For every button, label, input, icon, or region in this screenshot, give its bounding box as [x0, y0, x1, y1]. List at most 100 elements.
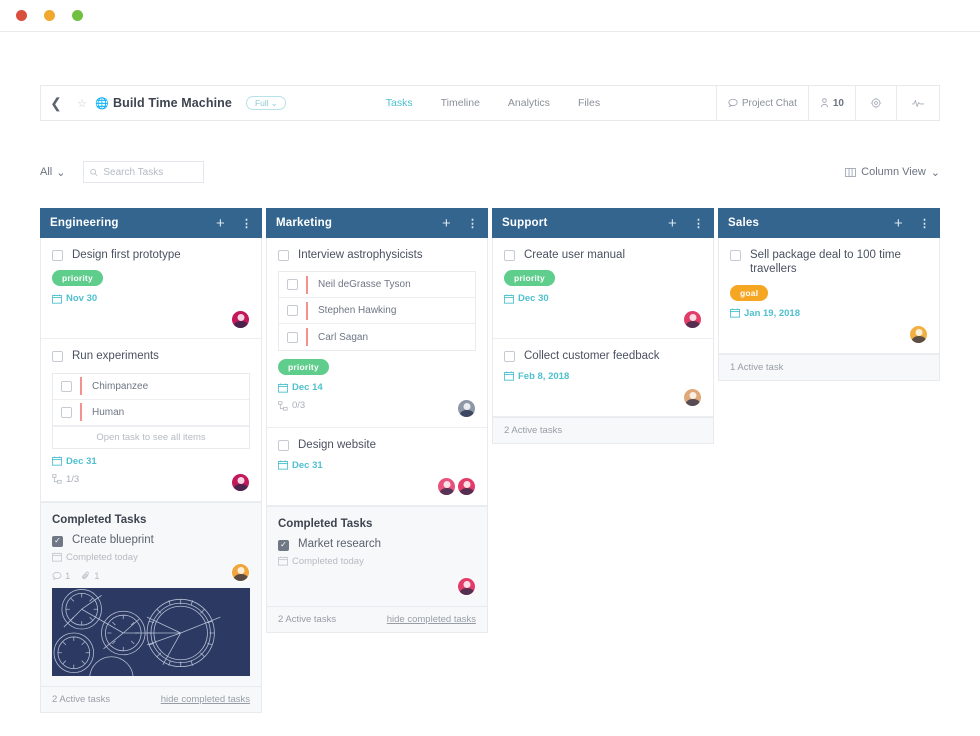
window-close-button[interactable] [16, 10, 27, 21]
comment-icon [52, 571, 62, 581]
paperclip-icon [81, 571, 91, 581]
due-date-label: Jan 19, 2018 [744, 308, 800, 319]
due-date-label: Nov 30 [66, 293, 97, 304]
hide-completed-tasks-link[interactable]: hide completed tasks [387, 614, 476, 625]
column-view-dropdown[interactable]: Column View ⌄ [845, 166, 940, 179]
due-date-label: Dec 14 [292, 382, 323, 393]
subtask-checkbox[interactable] [287, 279, 298, 290]
subtask-checkbox[interactable] [61, 407, 72, 418]
completed-task-checkbox[interactable] [278, 540, 289, 551]
completed-task-row[interactable]: Market research [278, 538, 476, 551]
avatar[interactable] [457, 399, 476, 418]
subtask-label: Neil deGrasse Tyson [318, 279, 411, 290]
assignee-avatars [278, 577, 476, 596]
column-menu-button[interactable]: ⋮ [693, 217, 704, 230]
due-date-label: Dec 31 [292, 460, 323, 471]
task-checkbox[interactable] [504, 351, 515, 362]
subtask-checkbox[interactable] [287, 332, 298, 343]
column-body: Interview astrophysicists Neil deGrasse … [266, 238, 488, 633]
calendar-icon [278, 556, 288, 566]
add-task-button[interactable]: + [442, 216, 451, 231]
add-task-button[interactable]: + [894, 216, 903, 231]
subtask-more-link[interactable]: Open task to see all items [53, 426, 249, 448]
search-box[interactable] [83, 161, 204, 183]
assignee-avatars [504, 388, 702, 407]
avatar[interactable] [683, 388, 702, 407]
subtask-checkbox[interactable] [287, 305, 298, 316]
avatar[interactable] [457, 577, 476, 596]
column-menu-button[interactable]: ⋮ [919, 217, 930, 230]
tab-analytics[interactable]: Analytics [508, 97, 550, 109]
project-chat-button[interactable]: Project Chat [716, 86, 808, 120]
completed-task-subtitle: Completed today [278, 556, 476, 567]
chevron-down-icon: ⌄ [56, 166, 65, 179]
subtask-row[interactable]: Chimpanzee [53, 374, 249, 400]
avatar[interactable] [231, 563, 250, 582]
task-card[interactable]: Create user manual priority Dec 30 [493, 238, 713, 339]
task-card[interactable]: Collect customer feedback Feb 8, 2018 [493, 339, 713, 416]
task-title-row: Design first prototype [52, 248, 250, 262]
tab-timeline[interactable]: Timeline [441, 97, 480, 109]
tab-files[interactable]: Files [578, 97, 600, 109]
avatar[interactable] [231, 310, 250, 329]
completed-date-label: Completed today [66, 552, 138, 563]
tab-tasks[interactable]: Tasks [386, 97, 413, 109]
subtask-row[interactable]: Neil deGrasse Tyson [279, 272, 475, 298]
task-checkbox[interactable] [278, 440, 289, 451]
completed-task-checkbox[interactable] [52, 536, 63, 547]
window-maximize-button[interactable] [72, 10, 83, 21]
project-toolbar: ❮ ☆ 🌐 Build Time Machine Full ⌄ Tasks Ti… [40, 85, 940, 121]
task-card[interactable]: Interview astrophysicists Neil deGrasse … [267, 238, 487, 428]
task-card[interactable]: Run experiments Chimpanzee Hu [41, 339, 261, 501]
task-card[interactable]: Design website Dec 31 [267, 428, 487, 505]
avatar[interactable] [437, 477, 456, 496]
search-input[interactable] [103, 167, 197, 178]
column-menu-button[interactable]: ⋮ [241, 217, 252, 230]
active-task-count: 2 Active tasks [52, 694, 110, 705]
task-card[interactable]: Sell package deal to 100 time travellers… [719, 238, 939, 354]
task-due-date: Jan 19, 2018 [730, 308, 928, 319]
column-menu-button[interactable]: ⋮ [467, 217, 478, 230]
window-minimize-button[interactable] [44, 10, 55, 21]
avatar[interactable] [683, 310, 702, 329]
view-mode-pill[interactable]: Full ⌄ [246, 96, 286, 111]
settings-button[interactable] [855, 86, 896, 120]
task-checkbox[interactable] [52, 250, 63, 261]
members-button[interactable]: 10 [808, 86, 855, 120]
task-card[interactable]: Design first prototype priority Nov 30 [41, 238, 261, 339]
subtask-row[interactable]: Human [53, 400, 249, 426]
all-filter-dropdown[interactable]: All ⌄ [40, 166, 65, 179]
subtask-row[interactable]: Stephen Hawking [279, 298, 475, 324]
completed-task-row[interactable]: Create blueprint [52, 534, 250, 547]
avatar[interactable] [231, 473, 250, 492]
completed-task-subtitle: Completed today [52, 552, 250, 563]
hide-completed-tasks-link[interactable]: hide completed tasks [161, 694, 250, 705]
task-title-row: Run experiments [52, 349, 250, 363]
subtask-row[interactable]: Carl Sagan [279, 324, 475, 350]
task-due-date: Dec 31 [52, 456, 250, 467]
activity-button[interactable] [896, 86, 939, 120]
column-footer: 1 Active task [719, 354, 939, 380]
add-task-button[interactable]: + [668, 216, 677, 231]
toolbar-nav: Tasks Timeline Analytics Files [386, 97, 600, 109]
avatar[interactable] [457, 477, 476, 496]
chat-bubble-icon [728, 98, 738, 108]
subtask-list: Chimpanzee Human Open task to see all it… [52, 373, 250, 449]
add-task-button[interactable]: + [216, 216, 225, 231]
star-icon[interactable]: ☆ [71, 97, 93, 110]
task-checkbox[interactable] [278, 250, 289, 261]
calendar-icon [504, 294, 514, 304]
task-checkbox[interactable] [504, 250, 515, 261]
completed-task-title: Create blueprint [72, 534, 154, 546]
completed-tasks-heading: Completed Tasks [267, 506, 487, 538]
attachment-thumbnail[interactable] [52, 588, 250, 676]
task-checkbox[interactable] [52, 351, 63, 362]
subtask-label: Stephen Hawking [318, 305, 396, 316]
assignee-avatars [278, 399, 476, 418]
back-icon[interactable]: ❮ [41, 95, 71, 112]
task-checkbox[interactable] [730, 250, 741, 261]
calendar-icon [278, 460, 288, 470]
avatar[interactable] [909, 325, 928, 344]
subtask-priority-bar [306, 302, 308, 320]
subtask-checkbox[interactable] [61, 381, 72, 392]
